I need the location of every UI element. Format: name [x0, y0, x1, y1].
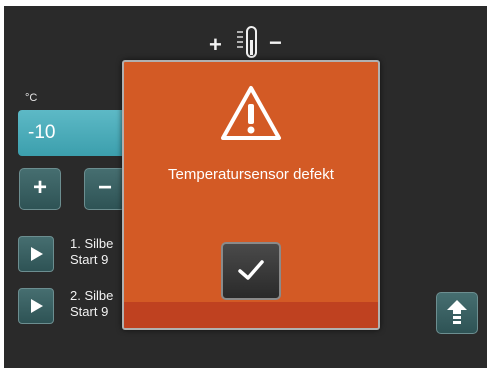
play-icon — [31, 299, 43, 313]
unit-label: °C — [25, 92, 38, 104]
program-label: 1. Silbe Start 9 — [70, 236, 113, 268]
warning-icon — [221, 86, 281, 140]
program-start: Start 9 — [70, 252, 109, 267]
dialog-footer — [124, 302, 378, 328]
temp-plus-sign: + — [209, 32, 222, 57]
decrease-button[interactable]: − — [84, 168, 126, 210]
play-button[interactable] — [18, 288, 54, 324]
checkmark-icon — [238, 260, 264, 280]
program-label: 2. Silbe Start 9 — [70, 288, 113, 320]
confirm-button[interactable] — [221, 242, 281, 300]
error-message: Temperatursensor defekt — [168, 166, 334, 183]
program-name: 1. Silbe — [70, 236, 114, 251]
increase-button[interactable]: + — [19, 168, 61, 210]
temperature-indicator: + − — [209, 24, 289, 64]
control-screen: + − °C -10 + − 1. Silbe Start 9 2. Silbe… — [4, 6, 487, 368]
play-icon — [31, 247, 43, 261]
program-start: Start 9 — [70, 304, 109, 319]
up-button[interactable] — [436, 292, 478, 334]
thermometer-icon — [237, 26, 257, 58]
arrow-up-icon — [447, 300, 467, 324]
program-name: 2. Silbe — [70, 288, 114, 303]
play-button[interactable] — [18, 236, 54, 272]
temp-minus-sign: − — [269, 30, 282, 55]
error-dialog: Temperatursensor defekt — [122, 60, 380, 330]
